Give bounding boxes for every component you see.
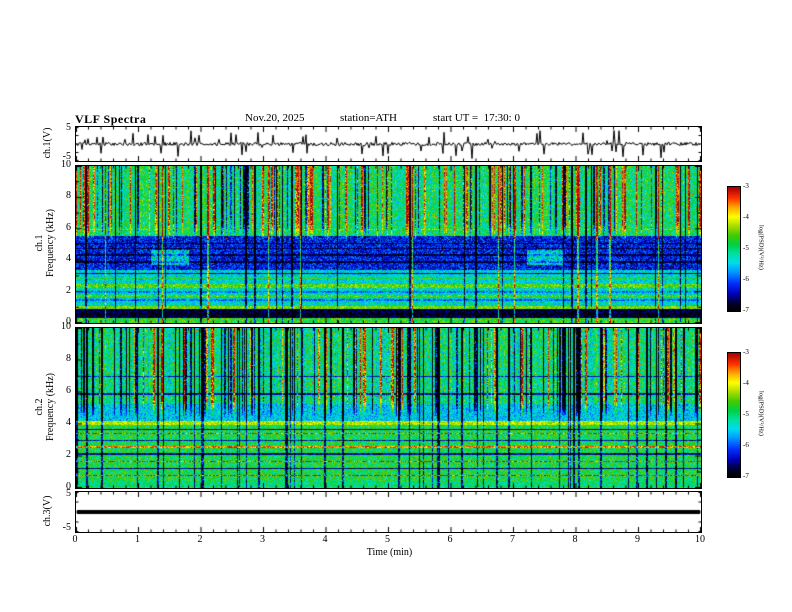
y-tick-label: 5: [66, 488, 71, 499]
start-time-label: start UT = 17:30: 0: [433, 112, 520, 124]
ch2-spectrogram-panel: [75, 327, 702, 489]
x-tick-label: 4: [322, 534, 328, 545]
colorbar-tick-label: -6: [743, 441, 749, 449]
y-tick-label: 6: [66, 385, 71, 396]
colorbar-ch2: [727, 352, 741, 478]
vlf-spectra-figure: VLF Spectra Nov.20, 2025 station=ATH sta…: [0, 0, 792, 612]
axis-label-line: ch.2: [34, 398, 45, 416]
ch2-spectrogram-plot: [76, 328, 701, 488]
x-tick-label: 5: [385, 534, 390, 545]
colorbar-ch1-gradient: [728, 187, 740, 311]
colorbar-ch2-gradient: [728, 353, 740, 477]
x-tick-label: 3: [260, 534, 265, 545]
x-tick-label: 9: [635, 534, 640, 545]
y-tick-label: 6: [66, 222, 71, 233]
y-tick-label: -5: [62, 522, 71, 533]
axis-label-line: ch.1: [34, 234, 45, 252]
ch3-waveform-panel: [75, 491, 702, 533]
ch1-waveform-plot: [76, 127, 701, 161]
ch1-spectrogram-plot: [76, 166, 701, 323]
figure-date: Nov.20, 2025: [245, 112, 305, 124]
x-tick-label: 0: [72, 534, 78, 545]
ch3-waveform-plot: [76, 492, 701, 532]
x-tick-label: 6: [447, 534, 453, 545]
y-tick-label: 5: [66, 122, 71, 133]
station-label: station=ATH: [340, 112, 397, 124]
x-tick-label: 2: [197, 534, 203, 545]
x-tick-label: 7: [510, 534, 515, 545]
colorbar-tick-label: -7: [743, 472, 749, 480]
colorbar-tick-label: -4: [743, 379, 749, 387]
colorbar-tick-label: -3: [743, 348, 749, 356]
x-axis-label: Time (min): [366, 547, 413, 558]
colorbar-tick-label: -5: [743, 410, 749, 418]
y-tick-label: 10: [61, 159, 71, 170]
axis-label-line: Frequency (kHz): [45, 372, 56, 442]
colorbar-tick-label: -3: [743, 182, 749, 190]
y-tick-label: 8: [66, 353, 71, 364]
ch1-spectrogram-panel: [75, 165, 702, 324]
y-tick-label: 2: [66, 285, 71, 296]
colorbar-tick-label: -6: [743, 275, 749, 283]
figure-title: VLF Spectra: [75, 112, 147, 126]
colorbar-tick-label: -7: [743, 306, 749, 314]
x-tick-label: 8: [572, 534, 578, 545]
colorbar-tick-label: -5: [743, 244, 749, 252]
ch2-frequency-axis-label: ch.2 Frequency (kHz): [34, 324, 56, 490]
x-tick-label: 1: [135, 534, 140, 545]
y-tick-label: 4: [66, 253, 71, 264]
x-tick-label: 10: [695, 534, 705, 545]
y-tick-label: 8: [66, 190, 71, 201]
ch1-waveform-panel: [75, 126, 702, 162]
y-tick-label: 4: [66, 417, 71, 428]
colorbar-tick-label: -4: [743, 213, 749, 221]
axis-label-line: Frequency (kHz): [45, 208, 56, 278]
y-tick-label: 2: [66, 449, 71, 460]
colorbar-ch1: [727, 186, 741, 312]
ch1-frequency-axis-label: ch.1 Frequency (kHz): [34, 160, 56, 326]
y-tick-label: 10: [61, 321, 71, 332]
